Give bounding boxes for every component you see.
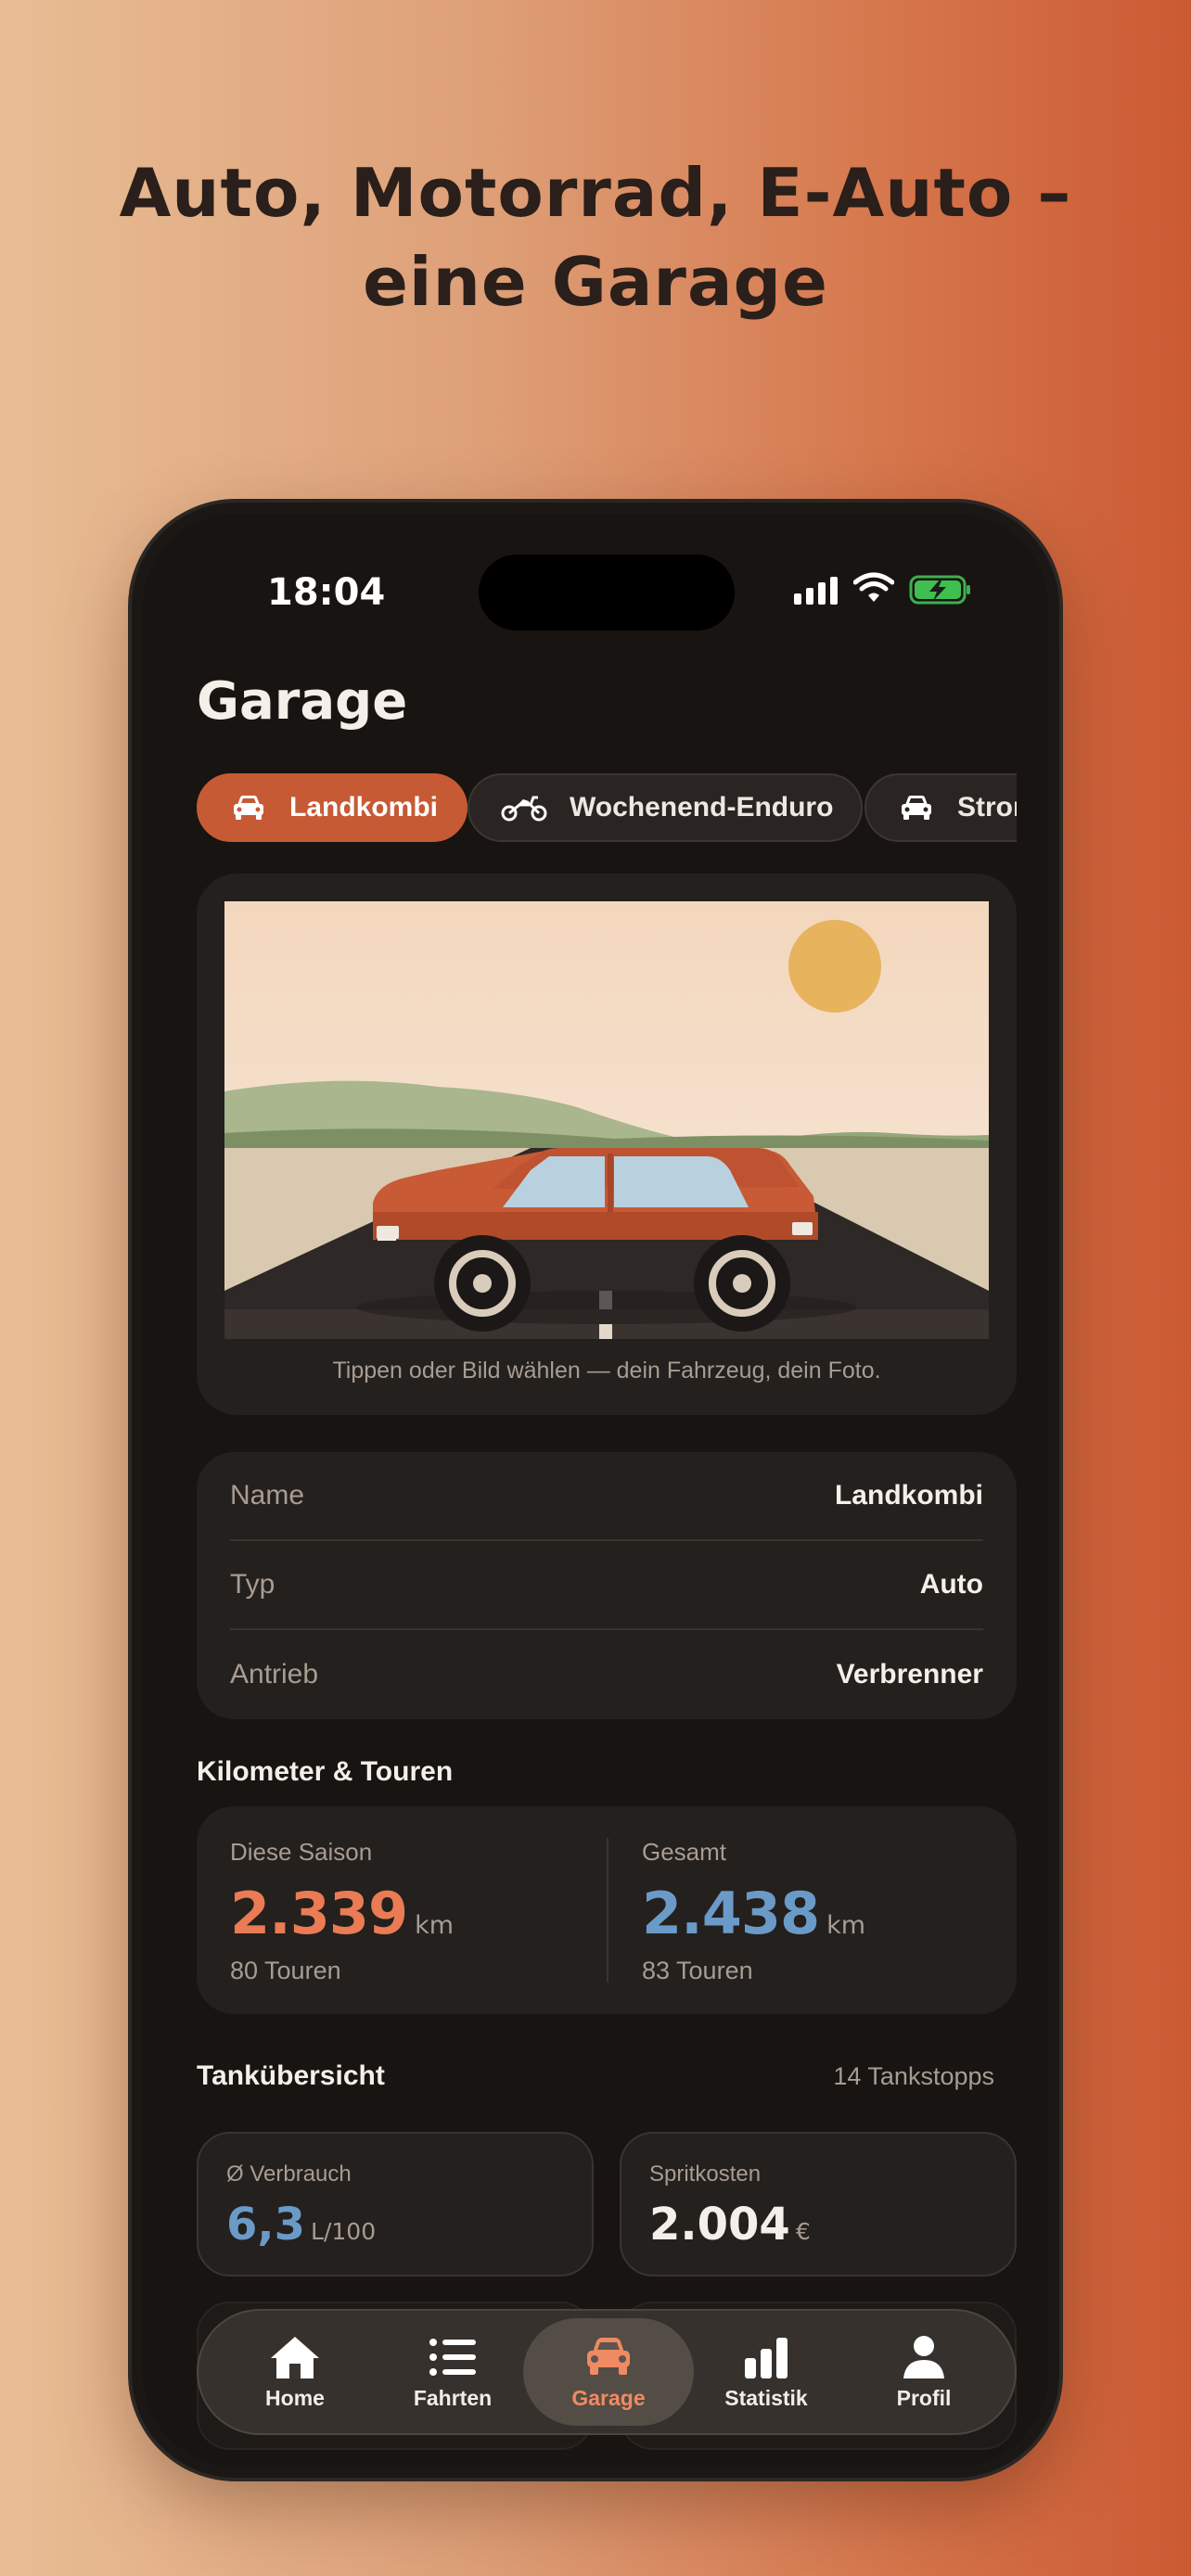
tab-profil[interactable]: Profil — [846, 2318, 1002, 2426]
tab-bar: Home Fahrten Garage Statistik Profil — [197, 2309, 1017, 2435]
wifi-icon — [853, 572, 894, 602]
total-km-unit: km — [826, 1911, 866, 1940]
vehicle-selector: Landkombi Wochenend-Enduro Stro — [197, 773, 1017, 842]
vehicle-chip-wochenend-enduro[interactable]: Wochenend-Enduro — [467, 773, 864, 842]
fuel-cost-label: Spritkosten — [649, 2162, 762, 2187]
fuel-cost-card[interactable]: Spritkosten 2.004 € — [620, 2132, 1017, 2276]
list-icon — [429, 2338, 476, 2376]
home-icon — [271, 2336, 319, 2378]
detail-row-name[interactable]: Name Landkombi — [230, 1452, 983, 1541]
detail-row-antrieb[interactable]: Antrieb Verbrenner — [230, 1630, 983, 1719]
detail-value: Auto — [919, 1569, 983, 1600]
season-tours: 80 Touren — [230, 1957, 341, 1984]
battery-charging-icon — [909, 575, 970, 605]
car-icon — [902, 796, 931, 820]
total-label: Gesamt — [642, 1838, 727, 1866]
phone-screen: 18:04 Garage Landkombi Wochenend-Enduro … — [143, 514, 1048, 2467]
season-km-unit: km — [415, 1911, 455, 1940]
vehicle-illustration[interactable] — [224, 901, 989, 1339]
tab-garage[interactable]: Garage — [523, 2318, 694, 2426]
season-label: Diese Saison — [230, 1838, 373, 1866]
headline: Auto, Motorrad, E-Auto – eine Garage — [0, 148, 1191, 326]
vehicle-chip-label: Strom — [957, 792, 1017, 823]
dynamic-island — [479, 555, 735, 631]
vehicle-chip-label: Wochenend-Enduro — [570, 792, 834, 823]
headline-line-2: eine Garage — [363, 243, 828, 321]
season-km-value: 2.339 — [230, 1880, 408, 1947]
fuel-cost-unit: € — [795, 2218, 811, 2245]
detail-value: Verbrenner — [836, 1659, 983, 1690]
tab-label: Statistik — [724, 2385, 808, 2410]
consumption-value: 6,3 — [226, 2199, 306, 2251]
sun-icon — [788, 920, 881, 1013]
bar-chart-icon — [745, 2337, 788, 2378]
tab-statistik[interactable]: Statistik — [688, 2318, 844, 2426]
consumption-label: Ø Verbrauch — [226, 2162, 352, 2187]
total-tours: 83 Touren — [642, 1957, 753, 1984]
total-km-value: 2.438 — [642, 1880, 820, 1947]
tab-label: Profil — [896, 2385, 952, 2410]
tank-stops-count: 14 Tankstopps — [833, 2062, 994, 2090]
page-title: Garage — [197, 671, 408, 732]
tab-label: Fahrten — [413, 2385, 493, 2410]
tab-label: Garage — [571, 2385, 646, 2410]
total-stats: Gesamt 2.438 km 83 Touren — [642, 1838, 865, 1985]
tab-home[interactable]: Home — [217, 2318, 373, 2426]
km-section-title: Kilometer & Touren — [197, 1756, 454, 1787]
detail-value: Landkombi — [834, 1480, 983, 1511]
consumption-card[interactable]: Ø Verbrauch 6,3 L/100 — [197, 2132, 594, 2276]
detail-label: Antrieb — [230, 1659, 319, 1690]
tab-fahrten[interactable]: Fahrten — [375, 2318, 531, 2426]
person-icon — [903, 2335, 944, 2378]
vehicle-chip-label: Landkombi — [289, 792, 439, 823]
season-stats: Diese Saison 2.339 km 80 Touren — [230, 1838, 454, 1985]
detail-label: Name — [230, 1480, 305, 1511]
car-icon — [234, 796, 263, 820]
divider — [607, 1838, 608, 1983]
vehicle-details-card: Name Landkombi Typ Auto Antrieb Verbrenn… — [197, 1452, 1017, 1719]
phone-frame: 18:04 Garage Landkombi Wochenend-Enduro … — [132, 503, 1059, 2478]
vehicle-photo-card[interactable]: Tippen oder Bild wählen — dein Fahrzeug,… — [197, 874, 1017, 1415]
photo-caption: Tippen oder Bild wählen — dein Fahrzeug,… — [332, 1358, 881, 1384]
status-time: 18:04 — [267, 571, 386, 614]
tab-label: Home — [265, 2385, 325, 2410]
cellular-signal-icon — [794, 577, 838, 605]
vehicle-chip-landkombi[interactable]: Landkombi — [197, 773, 468, 842]
motorcycle-icon — [501, 796, 547, 822]
km-card: Diese Saison 2.339 km 80 Touren Gesamt 2.… — [197, 1806, 1017, 2014]
detail-row-typ[interactable]: Typ Auto — [230, 1541, 983, 1630]
vehicle-chip-strom[interactable]: Strom — [864, 773, 1017, 842]
tank-section-title: Tankübersicht — [197, 2060, 385, 2091]
headline-line-1: Auto, Motorrad, E-Auto – — [119, 154, 1072, 232]
fuel-cost-value: 2.004 — [649, 2199, 790, 2251]
car-icon — [587, 2337, 630, 2375]
detail-label: Typ — [230, 1569, 275, 1600]
consumption-unit: L/100 — [311, 2218, 377, 2245]
